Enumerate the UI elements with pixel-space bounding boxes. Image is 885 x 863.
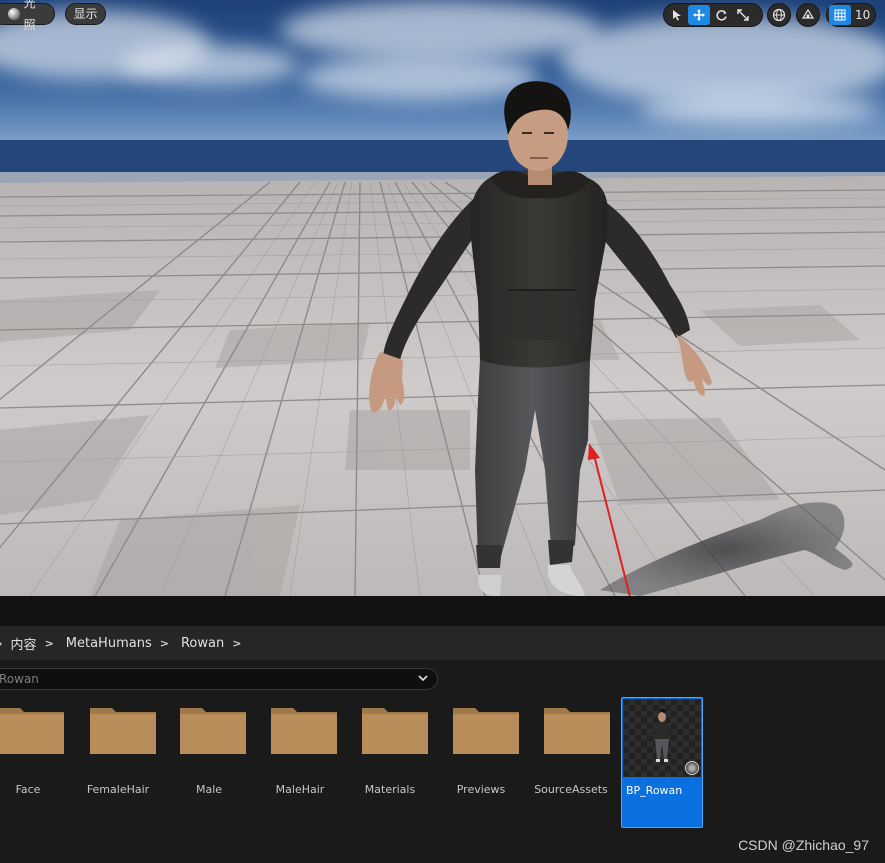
scale-icon[interactable] [732, 5, 754, 25]
folder-label: Materials [364, 783, 416, 796]
asset-thumbnail [623, 699, 701, 777]
translate-icon[interactable] [688, 5, 710, 25]
content-browser: › 内容 > MetaHumans > Rowan > Rowan Face F… [0, 596, 885, 863]
path-dropdown[interactable]: Rowan [0, 668, 438, 690]
folder-icon [90, 708, 156, 754]
grid-snap-icon[interactable] [829, 5, 851, 25]
lighting-mode-button[interactable]: 光照 [0, 0, 55, 32]
folder-label: MaleHair [275, 783, 325, 796]
folder-label: Face [15, 783, 41, 796]
select-icon[interactable] [666, 5, 688, 25]
chevron-down-icon[interactable] [417, 672, 429, 687]
path-dropdown-text: Rowan [0, 672, 39, 686]
show-menu-label: 显示 [73, 7, 98, 21]
folder-icon [180, 708, 246, 754]
folder-label: Male [195, 783, 223, 796]
blueprint-class-icon [685, 761, 699, 775]
breadcrumb-metahumans[interactable]: MetaHumans [66, 636, 152, 651]
content-browser-header [0, 596, 885, 626]
breadcrumb: › 内容 > MetaHumans > Rowan > [0, 626, 885, 660]
lighting-mode-label: 光照 [23, 0, 36, 32]
watermark: CSDN @Zhichao_97 [738, 837, 869, 853]
grid-snap-group[interactable]: 10 [826, 3, 876, 27]
transform-tools-group [663, 3, 763, 27]
folder-icon [362, 708, 428, 754]
chevron-right-icon[interactable]: > [232, 637, 241, 650]
grid-snap-value: 10 [855, 8, 871, 22]
surface-snapping-icon[interactable] [796, 3, 820, 27]
scene-render [0, 81, 885, 596]
folder-icon [453, 708, 519, 754]
chevron-right-icon[interactable]: > [160, 637, 169, 650]
folder-label: SourceAssets [534, 783, 608, 796]
chevron-right-icon[interactable]: › [0, 637, 3, 650]
rotate-icon[interactable] [710, 5, 732, 25]
breadcrumb-rowan[interactable]: Rowan [181, 636, 224, 651]
folder-icon [0, 708, 64, 754]
level-viewport[interactable]: 光照 显示 10 [0, 0, 885, 596]
folder-icon [544, 708, 610, 754]
folder-label: Previews [456, 783, 506, 796]
show-menu-button[interactable]: 显示 [65, 3, 106, 25]
chevron-right-icon[interactable]: > [45, 637, 54, 650]
world-local-icon[interactable] [767, 3, 791, 27]
lighting-sphere-icon [8, 8, 20, 20]
breadcrumb-content[interactable]: 内容 [11, 634, 37, 653]
asset-label: BP_Rowan [626, 784, 683, 797]
folder-label: FemaleHair [86, 783, 150, 796]
folder-icon [271, 708, 337, 754]
asset-bp-rowan[interactable]: BP_Rowan [621, 697, 703, 828]
